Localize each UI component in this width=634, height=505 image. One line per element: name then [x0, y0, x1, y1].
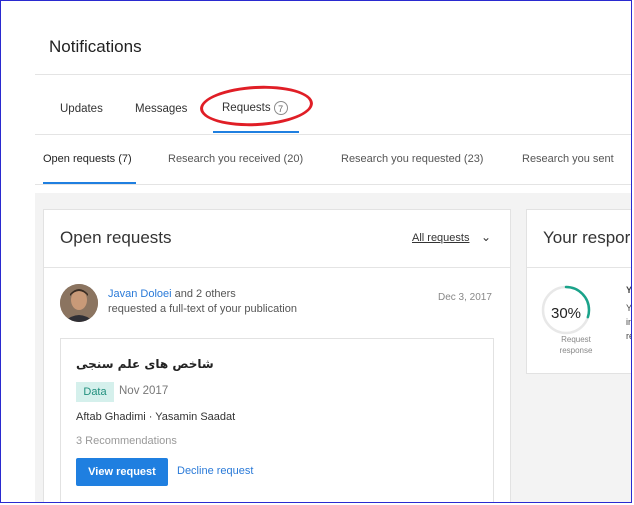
your-response-title: Your respor	[543, 228, 631, 247]
page-title: Notifications	[49, 37, 142, 56]
highlight-circle	[199, 83, 314, 129]
divider	[35, 184, 631, 185]
divider	[35, 134, 631, 135]
publication-date: Nov 2017	[119, 385, 169, 397]
card-divider	[527, 267, 631, 268]
publication-authors[interactable]: Aftab Ghadimi · Yasamin Saadat	[76, 411, 235, 423]
request-date: Dec 3, 2017	[438, 292, 492, 303]
caption-line-1: Request	[561, 335, 591, 344]
recommendations-count: 3 Recommendations	[76, 435, 177, 447]
response-text-line: re	[626, 331, 631, 341]
requester-link[interactable]: Javan Doloei	[108, 288, 172, 300]
caption-line-2: response	[559, 346, 593, 355]
subtab-research-requested[interactable]: Research you requested (23)	[341, 153, 483, 165]
card-divider	[44, 267, 510, 268]
avatar-image	[60, 284, 98, 322]
avatar[interactable]	[60, 284, 98, 322]
subtab-research-received[interactable]: Research you received (20)	[168, 153, 303, 165]
requester-line: Javan Doloei and 2 others	[108, 288, 236, 300]
request-description: requested a full-text of your publicatio…	[108, 303, 297, 315]
chevron-down-icon[interactable]: ⌄	[481, 230, 491, 244]
divider	[35, 74, 631, 75]
tab-messages[interactable]: Messages	[135, 103, 187, 115]
tab-updates[interactable]: Updates	[60, 103, 103, 115]
response-text-line: in	[626, 317, 631, 327]
publication-type-badge: Data	[76, 382, 114, 402]
subtab-research-sent[interactable]: Research you sent	[522, 153, 614, 165]
others-text: and 2 others	[171, 288, 236, 300]
all-requests-filter[interactable]: All requests	[412, 232, 469, 244]
view-request-button[interactable]: View request	[76, 458, 168, 486]
tab-requests-underline	[213, 131, 299, 133]
subtab-open-requests[interactable]: Open requests (7)	[43, 153, 132, 165]
notifications-window: Notifications Updates Messages Requests 7…	[0, 0, 632, 503]
response-text-line: Yo	[626, 303, 632, 313]
response-rate-value: 30%	[550, 305, 582, 322]
response-rate-caption: Request response	[546, 334, 606, 356]
decline-request-button[interactable]: Decline request	[177, 465, 253, 477]
open-requests-title: Open requests	[60, 228, 172, 247]
publication-title[interactable]: شاخص های علم سنجی	[76, 357, 214, 371]
response-text-line: Yo	[626, 285, 632, 295]
